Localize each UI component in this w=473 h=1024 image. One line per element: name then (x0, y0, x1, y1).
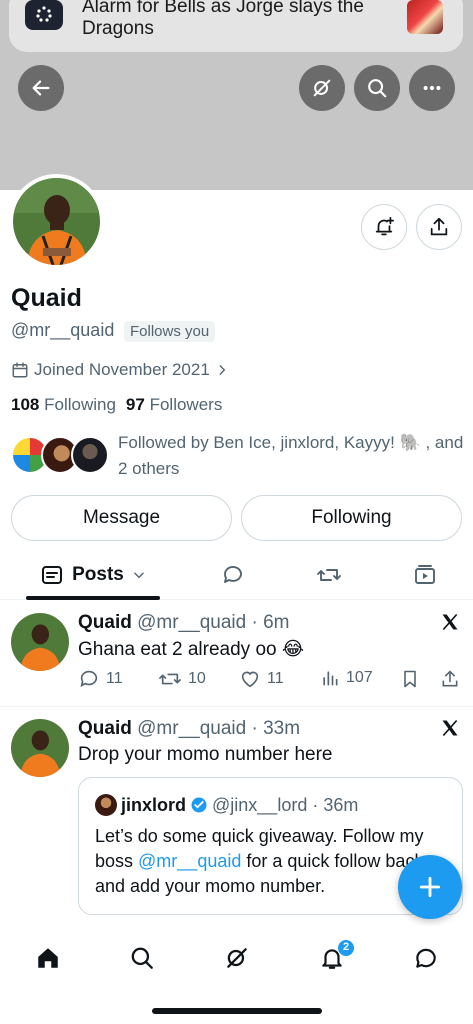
like-action[interactable]: 11 (239, 668, 284, 690)
tab-replies[interactable] (208, 552, 258, 598)
profile-banner: Alarm for Bells as Jorge slays the Drago… (0, 0, 473, 190)
search-icon (368, 79, 387, 98)
compose-button[interactable] (398, 855, 462, 919)
follow-stats: 108 Following 97 Followers (11, 395, 222, 415)
like-count: 11 (267, 670, 284, 687)
message-button[interactable]: Message (11, 495, 232, 541)
views-icon (323, 671, 338, 686)
tab-media[interactable] (400, 552, 450, 598)
post-text: Ghana eat 2 already oo 😂 (78, 639, 305, 660)
joined-text: Joined November 2021 (34, 360, 210, 379)
follows-you-badge: Follows you (124, 321, 216, 342)
tab-posts[interactable]: Posts (26, 552, 160, 598)
post-avatar[interactable] (11, 613, 69, 671)
followers-count: 97 (125, 395, 145, 414)
repost-count: 10 (188, 670, 206, 687)
chevron-right-icon (219, 365, 225, 375)
profile-tabs: Posts (0, 552, 473, 600)
more-button[interactable] (409, 65, 455, 111)
quote-meta: @jinx__lord · 36m (212, 794, 359, 815)
views-count: 107 (346, 669, 373, 686)
followers-label: Followers (149, 395, 223, 414)
notification-badge: 2 (337, 939, 355, 957)
back-button[interactable] (18, 65, 64, 111)
plus-icon (419, 876, 441, 898)
grok-button[interactable] (299, 65, 345, 111)
profile-handle: @mr__quaid (11, 320, 115, 340)
grok-icon (313, 79, 331, 97)
post-header: Quaid @mr__quaid · 6m (78, 612, 289, 634)
quote-text: Let’s do some quick giveaway. Follow my … (95, 824, 435, 899)
notify-button[interactable] (361, 204, 407, 250)
post-actions: 11 10 11 107 (78, 668, 464, 694)
followed-by-text: Followed by Ben Ice, jinxlord, Kayyy! 🐘 … (118, 433, 464, 478)
bell-plus-icon (375, 216, 395, 236)
post[interactable]: Quaid @mr__quaid · 6m Ghana eat 2 alread… (0, 600, 473, 706)
post-author[interactable]: Quaid (78, 612, 132, 633)
nav-grok[interactable] (223, 944, 251, 972)
chevron-down-icon (134, 572, 144, 579)
following-button[interactable]: Following (241, 495, 462, 541)
grok-icon (227, 948, 247, 968)
search-button[interactable] (354, 65, 400, 111)
profile-name: Quaid (11, 284, 82, 312)
nav-messages[interactable] (412, 944, 440, 972)
followers-stat[interactable]: 97 Followers (126, 395, 222, 415)
following-count: 108 (11, 395, 40, 414)
quote-author: jinxlord (121, 794, 187, 815)
share-action[interactable] (440, 668, 460, 690)
tab-reposts[interactable] (304, 552, 354, 598)
media-icon (415, 565, 435, 584)
home-icon (38, 948, 58, 968)
app-icon (25, 0, 63, 30)
post-meta: @mr__quaid · 6m (137, 612, 290, 633)
reply-icon (80, 670, 98, 687)
reply-icon (224, 566, 242, 583)
post-meta: @mr__quaid · 33m (137, 718, 301, 739)
followed-by-avatars (11, 436, 111, 476)
bookmark-action[interactable] (400, 668, 420, 690)
share-icon (442, 670, 458, 687)
repost-icon (317, 569, 341, 581)
reply-action[interactable]: 11 (78, 668, 123, 690)
posts-icon (42, 566, 63, 584)
bookmark-icon (404, 670, 416, 688)
joined-date[interactable]: Joined November 2021 (11, 360, 229, 380)
more-icon (423, 85, 441, 91)
nav-search[interactable] (128, 944, 156, 972)
bottom-navigation: 2 (0, 926, 473, 1024)
x-logo-icon[interactable] (440, 718, 460, 738)
profile-avatar[interactable] (9, 174, 104, 269)
calendar-icon (12, 362, 28, 378)
quote-avatar (95, 794, 117, 816)
views-action[interactable]: 107 (320, 668, 373, 688)
share-button[interactable] (416, 204, 462, 250)
follower-avatar (71, 436, 109, 474)
search-icon (131, 947, 153, 969)
notification-text: Alarm for Bells as Jorge slays the Drago… (82, 0, 364, 39)
arrow-left-icon (32, 80, 50, 96)
notification-thumbnail (407, 0, 443, 34)
following-stat[interactable]: 108 Following (11, 395, 116, 415)
post-header: Quaid @mr__quaid · 33m (78, 718, 300, 740)
followed-by[interactable]: Followed by Ben Ice, jinxlord, Kayyy! 🐘 … (11, 430, 471, 480)
news-notification[interactable]: Alarm for Bells as Jorge slays the Drago… (9, 0, 463, 52)
home-indicator (152, 1008, 322, 1014)
post-author[interactable]: Quaid (78, 718, 132, 739)
heart-icon (241, 671, 259, 688)
nav-home[interactable] (34, 944, 62, 972)
tab-posts-label: Posts (72, 564, 124, 585)
verified-badge-icon (191, 797, 207, 813)
mention-link[interactable]: @mr__quaid (138, 851, 241, 871)
repost-icon (159, 673, 181, 685)
quote-header: jinxlord @jinx__lord · 36m (95, 794, 358, 816)
message-icon (416, 948, 436, 968)
repost-action[interactable]: 10 (158, 668, 206, 690)
x-logo-icon[interactable] (440, 612, 460, 632)
post-text: Drop your momo number here (78, 744, 333, 765)
share-icon (430, 217, 448, 236)
post-avatar[interactable] (11, 719, 69, 777)
following-label: Following (44, 395, 116, 414)
reply-count: 11 (106, 670, 123, 687)
